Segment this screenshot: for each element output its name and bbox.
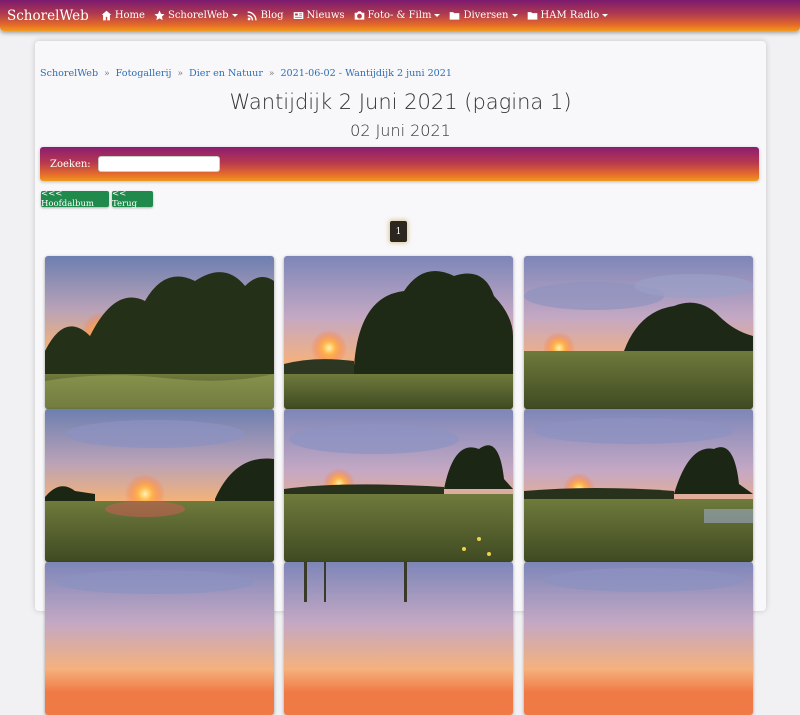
- camera-icon: [354, 11, 364, 20]
- nav-diversen-dropdown[interactable]: Diversen: [449, 10, 518, 21]
- nav-ham-radio-label: HAM Radio: [540, 10, 600, 21]
- nav-diversen-label: Diversen: [463, 10, 509, 21]
- breadcrumb-separator: »: [104, 68, 110, 79]
- star-icon: [154, 10, 165, 21]
- gallery-thumbnail[interactable]: [284, 562, 513, 715]
- nav-nieuws-label: Nieuws: [306, 10, 345, 21]
- chevron-down-icon: [434, 14, 441, 17]
- chevron-down-icon: [511, 14, 518, 17]
- nav-schorelweb-label: SchorelWeb: [167, 10, 229, 21]
- page-subtitle: 02 Juni 2021: [350, 121, 451, 140]
- breadcrumb-link-dier-en-natuur[interactable]: Dier en Natuur: [189, 68, 263, 79]
- nav-blog[interactable]: Blog: [247, 10, 284, 21]
- newspaper-icon: [293, 12, 303, 19]
- chevron-down-icon: [231, 14, 238, 17]
- pagination-page-1[interactable]: 1: [390, 221, 407, 242]
- breadcrumb-separator: »: [177, 68, 184, 79]
- search-label: Zoeken:: [50, 158, 91, 170]
- rss-icon: [247, 11, 257, 21]
- gallery-thumbnail[interactable]: [524, 256, 753, 409]
- home-icon: [101, 10, 112, 21]
- nav-foto-film-dropdown[interactable]: Foto- & Film: [354, 10, 441, 21]
- gallery-thumbnail[interactable]: [45, 562, 274, 715]
- gallery-thumbnail[interactable]: [284, 409, 513, 562]
- brand-link[interactable]: SchorelWeb: [7, 8, 89, 24]
- gallery-thumbnail[interactable]: [524, 562, 753, 715]
- gallery-thumbnail[interactable]: [284, 256, 513, 409]
- nav-home[interactable]: Home: [101, 10, 145, 21]
- page-title: Wantijdijk 2 Juni 2021 (pagina 1): [229, 90, 572, 114]
- gallery-thumbnail[interactable]: [45, 256, 274, 409]
- nav-blog-label: Blog: [260, 10, 284, 21]
- breadcrumb-link-home[interactable]: SchorelWeb: [40, 68, 98, 79]
- search-input[interactable]: [97, 156, 220, 172]
- nav-ham-radio-dropdown[interactable]: HAM Radio: [527, 10, 609, 21]
- folder-icon: [527, 12, 537, 20]
- nav-foto-film-label: Foto- & Film: [367, 10, 432, 21]
- search-bar: Zoeken:: [40, 147, 759, 181]
- folder-icon: [450, 12, 460, 20]
- gallery-thumbnail[interactable]: [45, 409, 274, 562]
- nav-schorelweb-dropdown[interactable]: SchorelWeb: [154, 10, 238, 21]
- breadcrumb-link-fotogallerij[interactable]: Fotogallerij: [116, 68, 172, 79]
- top-navbar: SchorelWeb Home SchorelWeb Blog Nieuws F…: [0, 0, 800, 31]
- breadcrumb: SchorelWeb » Fotogallerij » Dier en Natu…: [40, 68, 452, 79]
- breadcrumb-separator: »: [268, 68, 275, 79]
- breadcrumb-link-current-album[interactable]: 2021-06-02 - Wantijdijk 2 juni 2021: [280, 68, 452, 79]
- nav-home-label: Home: [114, 10, 145, 21]
- main-album-button[interactable]: <<< Hoofdalbum: [41, 189, 109, 209]
- nav-nieuws[interactable]: Nieuws: [293, 10, 345, 21]
- back-button[interactable]: << Terug: [112, 189, 153, 209]
- chevron-down-icon: [602, 14, 609, 17]
- gallery-thumbnail[interactable]: [524, 409, 753, 562]
